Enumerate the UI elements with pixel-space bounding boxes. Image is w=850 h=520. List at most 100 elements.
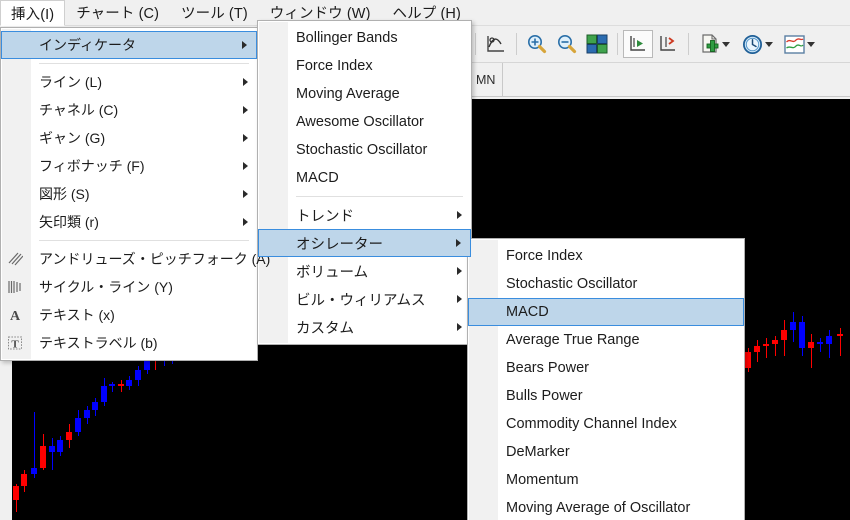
menu-item-insert-3[interactable]: ギャン (G) xyxy=(1,124,257,152)
indicators-submenu: Bollinger Bands Force Index Moving Average… xyxy=(257,20,472,345)
menu-item-indicators-8[interactable]: ボリューム xyxy=(258,257,471,285)
menu-item-label: Moving Average xyxy=(296,86,400,102)
cycle-lines-icon xyxy=(6,278,24,296)
candlestick xyxy=(101,378,107,406)
menu-item-label: Bulls Power xyxy=(506,388,583,404)
candlestick xyxy=(754,340,760,362)
candlestick xyxy=(745,348,751,372)
crosshair-chart-icon[interactable] xyxy=(481,30,511,58)
menu-item-label: Stochastic Oscillator xyxy=(506,276,638,292)
menu-item-indicators-10[interactable]: カスタム xyxy=(258,313,471,341)
submenu-arrow-icon xyxy=(457,267,462,275)
candlestick xyxy=(75,410,81,436)
menu-item-indicators-5[interactable]: MACD xyxy=(258,164,471,192)
zoom-out-icon[interactable] xyxy=(552,30,582,58)
menu-separator xyxy=(39,240,249,241)
menu-item-oscillators-5[interactable]: Bulls Power xyxy=(468,382,744,410)
menu-item-label: Bears Power xyxy=(506,360,590,376)
chevron-down-icon[interactable] xyxy=(764,41,773,47)
menu-item-label: MACD xyxy=(506,304,549,320)
menu-item-oscillators-3[interactable]: Average True Range xyxy=(468,326,744,354)
candlestick xyxy=(109,382,115,392)
menu-item-indicators-6[interactable]: トレンド xyxy=(258,201,471,229)
menu-item-oscillators-6[interactable]: Commodity Channel Index xyxy=(468,410,744,438)
menu-item-indicators-0[interactable]: Bollinger Bands xyxy=(258,24,471,52)
auto-scroll-icon[interactable] xyxy=(623,30,653,58)
candlestick xyxy=(126,376,132,390)
menu-item-oscillators-4[interactable]: Bears Power xyxy=(468,354,744,382)
submenu-arrow-icon xyxy=(243,190,248,198)
toolbar-separator xyxy=(617,33,618,55)
oscillators-submenu: Force Index Stochastic Oscillator MACD Aver… xyxy=(467,238,745,520)
text-icon: A xyxy=(6,306,24,324)
submenu-arrow-icon xyxy=(242,41,247,49)
submenu-arrow-icon xyxy=(457,295,462,303)
menu-item-label: Force Index xyxy=(296,58,373,74)
candlestick xyxy=(781,320,787,356)
menu-item-label: 図形 (S) xyxy=(39,186,90,202)
menu-separator xyxy=(39,63,249,64)
submenu-arrow-icon xyxy=(457,323,462,331)
menu-item-insert-4[interactable]: フィボナッチ (F) xyxy=(1,152,257,180)
toolbar-separator xyxy=(688,33,689,55)
menu-item-label: フィボナッチ (F) xyxy=(39,158,145,174)
menu-item-insert-0[interactable]: インディケータ xyxy=(1,31,257,59)
menu-item-insert-5[interactable]: 図形 (S) xyxy=(1,180,257,208)
menu-item-oscillators-1[interactable]: Stochastic Oscillator xyxy=(468,270,744,298)
menu-item-oscillators-8[interactable]: Momentum xyxy=(468,466,744,494)
menubar-item-tools[interactable]: ツール (T) xyxy=(170,0,259,25)
chevron-down-icon[interactable] xyxy=(722,41,730,47)
menu-item-insert-7[interactable]: アンドリューズ・ピッチフォーク (A) xyxy=(1,245,270,273)
submenu-arrow-icon xyxy=(243,106,248,114)
submenu-arrow-icon xyxy=(243,162,248,170)
period-clock-icon[interactable] xyxy=(736,30,778,58)
tile-windows-icon[interactable] xyxy=(582,30,612,58)
menu-item-insert-9[interactable]: A テキスト (x) xyxy=(1,301,257,329)
menu-item-insert-6[interactable]: 矢印類 (r) xyxy=(1,208,257,236)
menu-item-insert-1[interactable]: ライン (L) xyxy=(1,68,257,96)
candlestick xyxy=(118,380,124,392)
menu-item-insert-2[interactable]: チャネル (C) xyxy=(1,96,257,124)
menu-separator xyxy=(296,196,463,197)
menubar-item-chart[interactable]: チャート (C) xyxy=(65,0,170,25)
candlestick xyxy=(837,328,843,356)
timeframe-mn[interactable]: MN xyxy=(468,62,504,97)
menu-item-indicators-1[interactable]: Force Index xyxy=(258,52,471,80)
new-order-icon[interactable] xyxy=(694,30,736,58)
menu-item-oscillators-0[interactable]: Force Index xyxy=(468,242,744,270)
menu-item-label: Moving Average of Oscillator xyxy=(506,500,691,516)
candlestick xyxy=(817,338,823,352)
menu-item-indicators-7[interactable]: オシレーター xyxy=(258,229,471,257)
candlestick xyxy=(57,436,63,456)
submenu-arrow-icon xyxy=(456,239,461,247)
indicators-icon[interactable] xyxy=(778,30,820,58)
toolbar-separator xyxy=(516,33,517,55)
mt4-window: MN 挿入(I) チャート (C) ツール (T) ウィンドウ (W) ヘルプ … xyxy=(0,0,850,520)
menu-item-label: ビル・ウィリアムス xyxy=(296,292,426,309)
menu-item-indicators-4[interactable]: Stochastic Oscillator xyxy=(258,136,471,164)
menu-item-indicators-9[interactable]: ビル・ウィリアムス xyxy=(258,285,471,313)
menu-item-indicators-3[interactable]: Awesome Oscillator xyxy=(258,108,471,136)
menubar-item-insert[interactable]: 挿入(I) xyxy=(0,0,66,26)
zoom-in-icon[interactable] xyxy=(522,30,552,58)
candlestick xyxy=(31,412,37,478)
menu-item-oscillators-7[interactable]: DeMarker xyxy=(468,438,744,466)
menu-item-insert-10[interactable]: T テキストラベル (b) xyxy=(1,329,257,357)
candlestick xyxy=(826,330,832,358)
menu-item-label: トレンド xyxy=(296,208,354,225)
menu-item-label: Force Index xyxy=(506,248,583,264)
submenu-arrow-icon xyxy=(243,134,248,142)
chevron-down-icon[interactable] xyxy=(806,41,815,47)
chart-shift-icon[interactable] xyxy=(653,30,683,58)
menu-item-indicators-2[interactable]: Moving Average xyxy=(258,80,471,108)
svg-text:A: A xyxy=(10,309,21,323)
menu-item-label: Bollinger Bands xyxy=(296,30,398,46)
candlestick xyxy=(763,338,769,358)
candlestick xyxy=(772,336,778,356)
menu-item-oscillators-2[interactable]: MACD xyxy=(468,298,744,326)
menu-item-label: アンドリューズ・ピッチフォーク (A) xyxy=(39,251,271,267)
candlestick xyxy=(808,334,814,368)
menu-item-oscillators-9[interactable]: Moving Average of Oscillator xyxy=(468,494,744,520)
submenu-arrow-icon xyxy=(457,211,462,219)
menu-item-insert-8[interactable]: サイクル・ライン (Y) xyxy=(1,273,257,301)
